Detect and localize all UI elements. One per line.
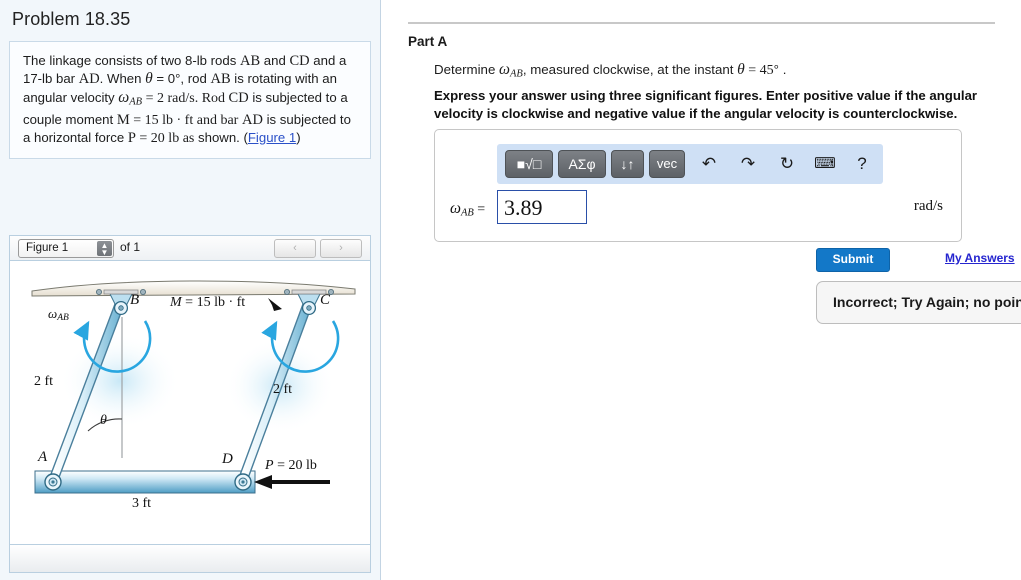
stmt-var-ad: AD (78, 71, 100, 88)
figure-panel: Figure 1 ▲ ▼ of 1 ‹ › B C A D ωAB 2 ft 2… (9, 235, 371, 573)
pin-joint-a (44, 473, 62, 491)
answer-input[interactable] (497, 190, 587, 224)
label-length-right: 2 ft (273, 382, 292, 397)
answer-omega: ω (450, 200, 461, 217)
keyboard-icon[interactable]: ⌨ (812, 152, 838, 176)
page-title: Problem 18.35 (12, 9, 131, 29)
stmt-var-ab: AB (239, 53, 261, 69)
stmt-seg: = 20 lb as (135, 130, 195, 146)
figure-select-value: Figure 1 (26, 242, 69, 254)
stmt-seg: and (260, 53, 290, 68)
reset-icon[interactable]: ↻ (775, 152, 799, 176)
stmt-seg: = 15 lb · ft and bar (129, 112, 239, 128)
figure-image-area: B C A D ωAB 2 ft 2 ft 3 ft θ M = 15 lb ·… (10, 261, 370, 544)
force-arrow-p (254, 475, 330, 489)
answer-variable-label: ωAB = (450, 200, 485, 218)
submit-button[interactable]: Submit (816, 248, 890, 272)
figure-next-button[interactable]: › (320, 239, 362, 258)
prompt-theta: θ (737, 61, 745, 78)
stmt-omega: ω (118, 88, 130, 106)
label-force: P = 20 lb (264, 458, 317, 473)
prompt-seg: . (779, 62, 787, 77)
stmt-seg: shown. ( (198, 129, 248, 145)
stmt-seg: , rod (180, 71, 211, 87)
answer-equals: = (477, 202, 486, 217)
figure-count-label: of 1 (120, 240, 141, 254)
stmt-seg: . When (99, 71, 146, 87)
stepper-icon[interactable]: ▲ ▼ (97, 241, 112, 257)
math-toolbar: ■√□ ΑΣφ ↓↑ vec ↶ ↷ ↻ ⌨ ? (497, 144, 883, 184)
feedback-box: Incorrect; Try Again; no points deducted (816, 281, 1021, 324)
vector-button[interactable]: vec (649, 150, 685, 178)
prompt-omega-sub: AB (509, 68, 523, 80)
undo-icon[interactable]: ↶ (697, 152, 721, 176)
my-answers-link[interactable]: My Answers (945, 251, 1015, 265)
figure-toolbar: Figure 1 ▲ ▼ of 1 ‹ › (10, 236, 370, 261)
stmt-seg: and (309, 53, 336, 68)
stmt-omega-sub: AB (129, 96, 143, 108)
stmt-var-cd2: CD (228, 89, 249, 106)
prompt-seg: Determine (434, 62, 500, 77)
part-title: Part A (408, 34, 448, 49)
stmt-seg: is rotating with (230, 71, 319, 87)
stmt-seg: = 2 rad/s. Rod (142, 90, 229, 106)
pin-joint-d (234, 473, 252, 491)
stmt-seg: The linkage consists of two 8-lb rods (23, 53, 240, 68)
figure-footer-bar (10, 544, 370, 572)
figure-1-link[interactable]: Figure 1 (248, 130, 296, 145)
label-length-left: 2 ft (34, 374, 53, 389)
prompt-seg: , measured clockwise, at the instant (522, 62, 738, 77)
sub-sup-button[interactable]: ↓↑ (611, 150, 644, 178)
linkage-diagram-svg: B C A D ωAB 2 ft 2 ft 3 ft θ M = 15 lb ·… (31, 280, 356, 511)
stmt-var-ab2: AB (210, 71, 231, 88)
problem-statement-text: The linkage consists of two 8-lb rods AB… (23, 52, 357, 147)
stmt-theta: θ (145, 70, 153, 88)
label-moment: M = 15 lb · ft (169, 295, 245, 310)
label-theta: θ (100, 413, 107, 428)
right-question-panel: Part A Determine ωAB, measured clockwise… (381, 0, 1021, 580)
problem-statement-box: The linkage consists of two 8-lb rods AB… (9, 41, 371, 160)
sqrt-template-button[interactable]: ■√□ (505, 150, 553, 178)
left-problem-panel: Problem 18.35 The linkage consists of tw… (0, 0, 381, 580)
greek-symbols-button[interactable]: ΑΣφ (558, 150, 606, 178)
stmt-var-cd: CD (289, 53, 310, 69)
label-point-d: D (221, 451, 233, 467)
label-omega-ab: ωAB (48, 306, 69, 323)
stmt-var-p: P (127, 129, 136, 146)
section-divider (408, 22, 995, 24)
figure-select[interactable]: Figure 1 ▲ ▼ (18, 239, 114, 258)
label-length-bottom: 3 ft (132, 496, 151, 511)
page-root: Problem 18.35 The linkage consists of tw… (0, 0, 1021, 580)
answer-omega-sub: AB (460, 207, 474, 219)
prompt-seg: = 45 (744, 63, 774, 78)
feedback-message: Incorrect; Try Again; no points deducted (833, 294, 1021, 310)
help-icon[interactable]: ? (851, 152, 873, 176)
label-point-a: A (37, 449, 48, 465)
answer-units-label: rad/s (913, 198, 943, 214)
label-point-b: B (130, 292, 139, 308)
stmt-seg: is (248, 89, 262, 105)
redo-icon[interactable]: ↷ (736, 152, 760, 176)
answer-instruction: Express your answer using three signific… (434, 88, 978, 121)
figure-prev-button[interactable]: ‹ (274, 239, 316, 258)
label-point-c: C (320, 292, 331, 308)
question-prompt: Determine ωAB, measured clockwise, at th… (434, 61, 786, 79)
stmt-seg: ) (296, 129, 301, 145)
stmt-seg: = 0 (152, 71, 176, 87)
prompt-omega: ω (499, 61, 510, 78)
answer-entry-box: ■√□ ΑΣφ ↓↑ vec ↶ ↷ ↻ ⌨ ? ωAB = rad/s (434, 129, 962, 242)
stmt-var-ad2: AD (242, 111, 263, 128)
stmt-var-m: M (116, 111, 130, 128)
